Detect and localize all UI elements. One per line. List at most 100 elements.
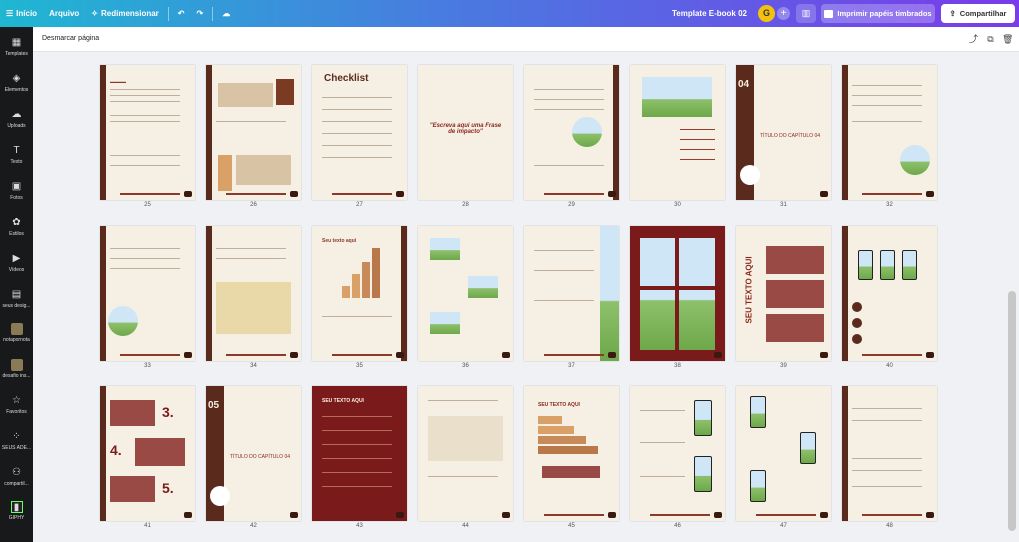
table-block [216,282,291,334]
insights-button[interactable]: ▥ [796,4,816,23]
resize-button[interactable]: ✧ Redimensionar [85,9,165,18]
sidebar-item-desafio[interactable]: desafio ins... [0,359,33,379]
sidebar-item-uploads[interactable]: ☁ Uploads [0,109,33,129]
sidebar-item-notapornota[interactable]: notapornota [0,323,33,343]
sidebar-item-photos[interactable]: ▣ Fotos [0,181,33,201]
page-number: 39 [780,363,787,369]
photo-icon: ▣ [11,181,22,192]
page-thumbnail[interactable]: SEU TEXTO AQUI [736,226,831,361]
phone-mockup [694,400,712,436]
page-badge [714,512,722,518]
page-number: 33 [144,363,151,369]
page-number: 44 [462,523,469,529]
text-box [110,400,155,426]
page-number: 32 [886,202,893,208]
text-line [852,105,922,106]
text-box [110,476,155,502]
sidebar-item-my-designs[interactable]: ▤ seus desig... [0,289,33,309]
print-letterhead-button[interactable]: Imprimir papéis timbrados [821,4,935,23]
trash-icon[interactable]: 🗑 [1002,34,1013,45]
page-thumbnail[interactable] [842,226,937,361]
page-thumbnail[interactable] [418,386,513,521]
page-thumbnail[interactable] [842,65,937,200]
photo [430,238,460,260]
page-thumbnail[interactable]: 3. 4. 5. [100,386,195,521]
scrollbar-thumb[interactable] [1008,291,1016,531]
text-line [216,121,286,122]
chapter-number: 04 [738,79,750,90]
phone-mockup [902,250,917,280]
deselect-page-button[interactable]: Desmarcar página [42,35,99,42]
page-thumbnail[interactable] [524,65,619,200]
side-photo [600,226,619,361]
sidebar-item-shared[interactable]: ⚇ compartil... [0,467,33,487]
vertical-scrollbar[interactable] [1005,52,1019,542]
cloud-save-icon[interactable]: ☁ [216,9,236,18]
chart-bar [538,446,598,454]
document-title[interactable]: Template E-book 02 [672,0,747,27]
page-thumbnail[interactable] [842,386,937,521]
page-thumbnail[interactable]: 04 TÍTULO DO CAPÍTULO 04 [736,65,831,200]
page-thumbnail[interactable] [206,226,301,361]
page-badge [396,191,404,197]
page-thumbnail[interactable]: 05 TÍTULO DO CAPÍTULO 04 [206,386,301,521]
page-thumbnail[interactable] [100,226,195,361]
step-number: 5. [162,480,174,496]
page-thumbnail[interactable] [630,226,725,361]
footer-line [226,193,286,195]
redo-button[interactable]: ↷ [191,9,210,18]
page-number: 41 [144,523,151,529]
page-thumbnail[interactable] [630,65,725,200]
home-button[interactable]: Início [16,9,37,18]
quote-text: "Escreva aqui uma Frase de impacto" [429,123,502,135]
photo [468,276,498,298]
page-thumbnail[interactable]: SEU TEXTO AQUI [524,386,619,521]
page-thumbnail[interactable] [630,386,725,521]
footer-line [544,514,604,516]
sidebar-item-videos[interactable]: ▶ Vídeos [0,253,33,273]
page-number: 43 [356,523,363,529]
folder-grid-icon: ▤ [11,289,22,300]
text-line [680,139,715,140]
text-line [640,410,685,411]
menu-button[interactable]: ☰ Início [0,9,43,18]
footer-line [120,354,180,356]
sidebar-item-favorites[interactable]: ☆ Favoritos [0,395,33,415]
text-box [135,438,185,466]
page-thumbnail[interactable]: "Escreva aqui uma Frase de impacto" [418,65,513,200]
sidebar-item-elements[interactable]: ◈ Elementos [0,73,33,93]
phone-mockup [880,250,895,280]
photo [430,312,460,334]
add-collaborator-button[interactable]: + [777,7,790,20]
avatar[interactable]: G [758,5,775,22]
page-thumbnail[interactable] [736,386,831,521]
phone-mockup [858,250,873,280]
chart-bar [538,436,586,444]
chart-bar [362,262,370,298]
sidebar-item-text[interactable]: T Texto [0,145,33,165]
text-line [110,101,180,102]
sidebar-item-styles[interactable]: ✿ Estilos [0,217,33,237]
text-line [852,420,922,421]
page-thumbnail[interactable] [524,226,619,361]
page-number: 40 [886,363,893,369]
add-page-icon[interactable]: ⤴ [968,34,979,45]
undo-button[interactable]: ↶ [172,9,191,18]
text-line [322,430,392,431]
share-button[interactable]: ⇪ Compartilhar [941,4,1015,23]
page-thumbnail[interactable] [418,226,513,361]
page-thumbnail[interactable] [206,65,301,200]
sidebar-item-giphy[interactable]: ▮ GIPHY [0,501,33,521]
text-line [322,133,392,134]
page-thumbnail[interactable]: Checklist [312,65,407,200]
page-number: 31 [780,202,787,208]
page-thumbnail[interactable]: Seu texto aqui [312,226,407,361]
page-badge [184,352,192,358]
file-menu-button[interactable]: Arquivo [43,9,85,18]
page-thumbnail[interactable]: SEU TEXTO AQUI [312,386,407,521]
duplicate-icon[interactable]: ⧉ [985,34,996,45]
page-thumbnail[interactable]: ▬▬▬▬ [100,65,195,200]
sidebar-item-templates[interactable]: ▦ Templates [0,37,33,57]
sidebar-item-seus-ade[interactable]: ⁘ SEUS ADE... [0,431,33,451]
footer-line [332,193,392,195]
